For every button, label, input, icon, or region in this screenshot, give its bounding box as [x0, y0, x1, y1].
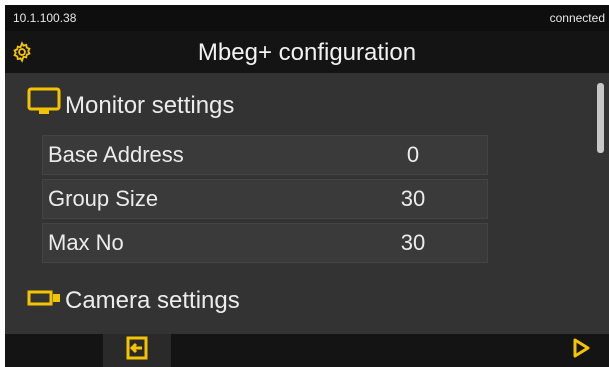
setting-value[interactable]: 0 [373, 142, 453, 168]
device-screen: 10.1.100.38 connected Mbeg+ configuratio… [5, 5, 609, 367]
setting-row-group-size[interactable]: Group Size 30 [42, 179, 488, 219]
setting-label: Max No [48, 230, 124, 255]
setting-row-base-address[interactable]: Base Address 0 [42, 135, 488, 175]
monitor-settings-title: Monitor settings [65, 91, 235, 119]
scrollbar[interactable] [597, 83, 604, 153]
next-button[interactable] [553, 334, 609, 367]
page-title: Mbeg+ configuration [197, 39, 417, 66]
monitor-settings-header[interactable]: Monitor settings [27, 87, 234, 124]
connection-status: connected [549, 11, 605, 25]
camera-icon [27, 287, 63, 315]
exit-icon [126, 336, 148, 365]
exit-button[interactable] [103, 334, 171, 367]
camera-settings-header[interactable]: Camera settings [27, 287, 240, 315]
play-icon [572, 338, 590, 363]
ip-address: 10.1.100.38 [13, 11, 77, 25]
setting-label: Base Address [48, 142, 184, 167]
title-bar: Mbeg+ configuration [5, 31, 609, 73]
footer-bar [5, 334, 609, 367]
monitor-icon [27, 87, 63, 124]
status-bar: 10.1.100.38 connected [5, 5, 609, 31]
setting-value[interactable]: 30 [373, 230, 453, 256]
setting-row-max-no[interactable]: Max No 30 [42, 223, 488, 263]
setting-value[interactable]: 30 [373, 186, 453, 212]
setting-label: Group Size [48, 186, 159, 211]
camera-settings-title: Camera settings [65, 287, 240, 314]
